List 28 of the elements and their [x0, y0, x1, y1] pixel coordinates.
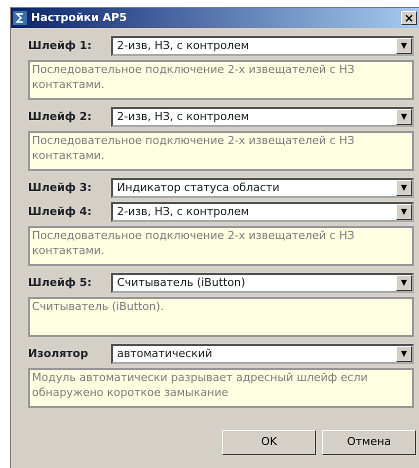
dropdown-field[interactable]: Индикатор статуса области ▼ — [111, 178, 414, 198]
description-box: Считыватель (iButton). — [28, 297, 414, 337]
ok-button[interactable]: OK — [222, 430, 316, 455]
description-box: Последовательное подключение 2-х извещателей с НЗ контактами. — [28, 60, 414, 100]
dropdown-arrow-button[interactable]: ▼ — [396, 346, 412, 362]
sigma-icon — [13, 11, 27, 25]
setting-label: Шлейф 5: — [28, 274, 93, 291]
window-title: Настройки АР5 — [31, 10, 128, 26]
dropdown-arrow-button[interactable]: ▼ — [396, 275, 412, 291]
description-box: Модуль автоматически разрывает адресный шлейф если обнаружено короткое замыкание — [28, 368, 414, 408]
description-box: Последовательное подключение 2-х извещателей с НЗ контактами. — [28, 226, 414, 266]
setting-label: Изолятор — [28, 346, 90, 362]
close-button[interactable]: × — [401, 11, 417, 25]
setting-label: Шлейф 4: — [28, 204, 93, 220]
dropdown-field[interactable]: автоматический ▼ — [111, 344, 414, 364]
dropdown-field[interactable]: Считыватель (iButton) ▼ — [111, 273, 414, 293]
dropdown-field[interactable]: 2-изв, НЗ, с контролем ▼ — [111, 107, 414, 127]
dropdown-arrow-button[interactable]: ▼ — [396, 180, 412, 196]
setting-label: Шлейф 1: — [28, 38, 93, 54]
description-box: Последовательное подключение 2-х извещателей с НЗ контактами. — [28, 131, 414, 171]
dropdown-arrow-button[interactable]: ▼ — [396, 109, 412, 125]
dropdown-arrow-button[interactable]: ▼ — [396, 204, 412, 220]
setting-label: Шлейф 3: — [28, 180, 93, 196]
dropdown-field[interactable]: 2-изв, НЗ, с контролем ▼ — [111, 202, 414, 222]
setting-label: Шлейф 2: — [28, 108, 93, 125]
dropdown-arrow-button[interactable]: ▼ — [396, 38, 412, 54]
cancel-button[interactable]: Отмена — [322, 430, 416, 455]
dropdown-field[interactable]: 2-изв, НЗ, с контролем ▼ — [111, 36, 414, 56]
